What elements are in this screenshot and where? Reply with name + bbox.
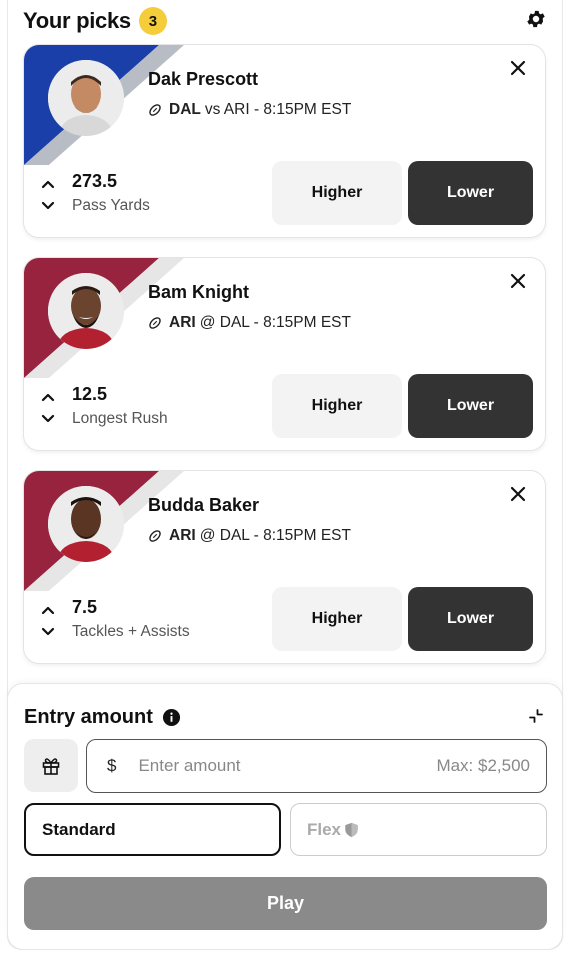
collapse-icon[interactable] xyxy=(528,708,544,724)
game-matchup: DAL vs ARI - 8:15PM EST xyxy=(148,101,351,119)
stat-type: Pass Yards xyxy=(72,197,150,214)
picks-title: Your picks xyxy=(23,8,131,33)
football-icon xyxy=(149,104,161,116)
player-avatar xyxy=(48,486,124,562)
football-icon xyxy=(149,530,161,542)
play-button[interactable]: Play xyxy=(24,877,547,930)
team-abbr: ARI xyxy=(169,314,196,331)
chevron-up-icon[interactable] xyxy=(40,603,56,617)
chevron-down-icon[interactable] xyxy=(40,199,56,213)
shield-icon xyxy=(345,822,358,837)
projection-line: 12.5 xyxy=(72,384,108,404)
lower-button[interactable]: Lower xyxy=(408,161,533,225)
chevron-up-icon[interactable] xyxy=(40,177,56,191)
pick-card: Bam Knight ARI @ DAL - 8:15PM EST 12.5 L… xyxy=(23,257,546,451)
amount-input[interactable] xyxy=(138,756,409,776)
picks-count-badge: 3 xyxy=(138,7,167,35)
entry-panel: Entry amount $ Max: $2,500 Standard Flex… xyxy=(7,683,563,950)
max-amount-label: Max: $2,500 xyxy=(436,756,530,775)
matchup-text: @ DAL - 8:15PM EST xyxy=(199,314,351,331)
remove-pick-icon[interactable] xyxy=(509,485,527,503)
lower-button[interactable]: Lower xyxy=(408,587,533,651)
standard-label: Standard xyxy=(42,819,116,839)
lower-button[interactable]: Lower xyxy=(408,374,533,438)
stat-type: Longest Rush xyxy=(72,410,168,427)
promo-button[interactable] xyxy=(24,739,78,792)
entry-title: Entry amount xyxy=(24,706,153,728)
team-abbr: ARI xyxy=(169,527,196,544)
football-icon xyxy=(149,317,161,329)
pick-card: Dak Prescott DAL vs ARI - 8:15PM EST 273… xyxy=(23,44,546,238)
pick-card: Budda Baker ARI @ DAL - 8:15PM EST 7.5 T… xyxy=(23,470,546,664)
info-icon[interactable] xyxy=(162,708,181,727)
gift-icon xyxy=(42,757,60,775)
amount-field[interactable]: $ Max: $2,500 xyxy=(86,739,547,793)
player-avatar xyxy=(48,273,124,349)
gear-icon[interactable] xyxy=(525,8,547,30)
line-adjuster xyxy=(40,177,56,219)
projection-line: 7.5 xyxy=(72,597,98,617)
higher-button[interactable]: Higher xyxy=(272,161,402,225)
player-name: Budda Baker xyxy=(148,495,260,515)
projection-line: 273.5 xyxy=(72,171,118,191)
matchup-text: vs ARI - 8:15PM EST xyxy=(204,101,352,118)
matchup-text: @ DAL - 8:15PM EST xyxy=(199,527,351,544)
player-avatar xyxy=(48,60,124,136)
player-name: Bam Knight xyxy=(148,282,249,302)
game-matchup: ARI @ DAL - 8:15PM EST xyxy=(148,314,351,332)
picks-header: Your picks 3 xyxy=(23,4,547,38)
higher-button[interactable]: Higher xyxy=(272,587,402,651)
currency-symbol: $ xyxy=(107,756,117,775)
chevron-down-icon[interactable] xyxy=(40,412,56,426)
standard-mode-button[interactable]: Standard xyxy=(24,803,281,856)
flex-mode-button[interactable]: Flex xyxy=(290,803,547,856)
line-adjuster xyxy=(40,390,56,432)
line-adjuster xyxy=(40,603,56,645)
remove-pick-icon[interactable] xyxy=(509,59,527,77)
flex-label: Flex xyxy=(307,819,342,839)
remove-pick-icon[interactable] xyxy=(509,272,527,290)
chevron-down-icon[interactable] xyxy=(40,625,56,639)
game-matchup: ARI @ DAL - 8:15PM EST xyxy=(148,527,351,545)
higher-button[interactable]: Higher xyxy=(272,374,402,438)
stat-type: Tackles + Assists xyxy=(72,623,190,640)
player-name: Dak Prescott xyxy=(148,69,259,89)
entry-title-row: Entry amount xyxy=(24,706,181,729)
chevron-up-icon[interactable] xyxy=(40,390,56,404)
team-abbr: DAL xyxy=(169,101,201,118)
